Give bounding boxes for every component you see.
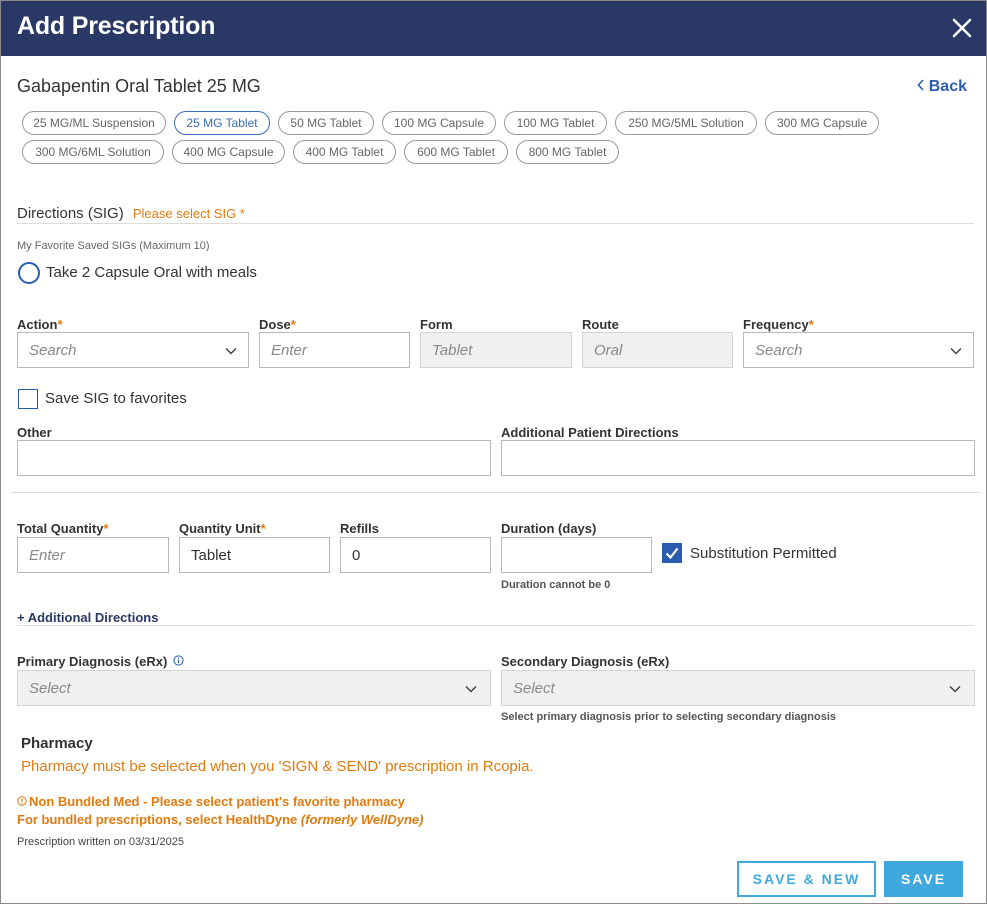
modal-title: Add Prescription [17,12,216,40]
strength-pill[interactable]: 250 MG/5ML Solution [615,111,757,135]
frequency-select[interactable]: Search [743,332,974,368]
primary-diagnosis-placeholder: Select [29,679,71,697]
prescription-written-date: Prescription written on 03/31/2025 [17,836,184,848]
form-value: Tablet [432,341,473,359]
strength-pill[interactable]: 600 MG Tablet [404,140,508,164]
strength-pill[interactable]: 100 MG Tablet [504,111,607,135]
total-quantity-placeholder: Enter [29,546,65,564]
total-quantity-label: Total Quantity* [17,521,109,536]
refills-input[interactable]: 0 [340,537,491,573]
dose-input[interactable]: Enter [259,332,410,368]
back-link[interactable]: Back [917,78,967,96]
favorite-sigs-label: My Favorite Saved SIGs (Maximum 10) [17,240,210,252]
route-value: Oral [594,341,623,359]
sig-section: Directions (SIG) Please select SIG * [17,205,245,222]
quantity-unit-label: Quantity Unit* [179,521,266,536]
substitution-checkbox[interactable] [662,543,682,563]
back-label: Back [928,78,967,95]
route-field: Oral [582,332,733,368]
frequency-label: Frequency* [743,317,814,332]
refills-value: 0 [352,546,361,564]
frequency-placeholder: Search [755,341,803,359]
duration-input[interactable] [501,537,652,573]
bundled-text: For bundled prescriptions, select Health… [17,812,301,827]
quantity-unit-input[interactable]: Tablet [179,537,330,573]
dose-placeholder: Enter [271,341,307,359]
favorite-sig-label: Take 2 Capsule Oral with meals [46,264,257,281]
chevron-down-icon [950,347,962,355]
other-input[interactable] [17,440,491,476]
secondary-diagnosis-label: Secondary Diagnosis (eRx) [501,654,670,669]
modal-header: Add Prescription [1,1,986,56]
strength-pill[interactable]: 25 MG/ML Suspension [22,111,166,135]
secondary-diagnosis-select[interactable]: Select [501,670,975,706]
favorite-sig-radio[interactable] [18,262,40,284]
pharmacy-warning: Pharmacy must be selected when you 'SIGN… [21,758,534,775]
total-quantity-input[interactable]: Enter [17,537,169,573]
bundled-italic-text: (formerly WellDyne) [300,812,424,827]
close-icon[interactable] [950,16,974,40]
form-field: Tablet [420,332,572,368]
drug-title: Gabapentin Oral Tablet 25 MG [17,76,261,96]
dose-label: Dose* [259,317,296,332]
pharmacy-title: Pharmacy [21,735,93,752]
chevron-down-icon [949,685,961,693]
duration-note: Duration cannot be 0 [501,579,611,591]
quantity-unit-value: Tablet [191,546,232,564]
strength-pill[interactable]: 100 MG Capsule [382,111,496,135]
strength-pill[interactable]: 800 MG Tablet [516,140,619,164]
action-placeholder: Search [29,341,77,359]
add-prescription-modal: Add Prescription Gabapentin Oral Tablet … [0,0,987,904]
bundled-notice: For bundled prescriptions, select Health… [17,812,423,827]
refills-label: Refills [340,521,380,536]
save-sig-label: Save SIG to favorites [45,390,187,407]
divider [17,223,974,224]
primary-diagnosis-select[interactable]: Select [17,670,491,706]
secondary-diagnosis-placeholder: Select [513,679,555,697]
substitution-label: Substitution Permitted [690,545,837,562]
save-button[interactable]: SAVE [884,861,963,897]
strength-pill[interactable]: 300 MG Capsule [765,111,879,135]
info-icon[interactable] [173,654,184,669]
other-label: Other [17,425,52,440]
strength-pill-selected[interactable]: 25 MG Tablet [174,111,270,135]
divider [17,625,974,626]
route-label: Route [582,317,619,332]
additional-patient-directions-label: Additional Patient Directions [501,425,679,440]
save-and-new-button[interactable]: SAVE & NEW [737,861,876,897]
action-label: Action* [17,317,63,332]
duration-label: Duration (days) [501,521,597,536]
non-bundled-text: Non Bundled Med - Please select patient'… [29,794,405,809]
chevron-down-icon [225,347,237,355]
non-bundled-notice: Non Bundled Med - Please select patient'… [17,794,405,809]
secondary-diagnosis-note: Select primary diagnosis prior to select… [501,711,836,723]
additional-directions-link[interactable]: + Additional Directions [17,610,158,625]
strength-pill[interactable]: 400 MG Tablet [293,140,396,164]
chevron-left-icon [917,78,925,96]
sig-warning: Please select SIG * [132,206,245,221]
additional-patient-directions-input[interactable] [501,440,975,476]
save-sig-checkbox[interactable] [18,389,38,409]
strength-pill[interactable]: 300 MG/6ML Solution [22,140,164,164]
strength-pill[interactable]: 50 MG Tablet [278,111,374,135]
action-select[interactable]: Search [17,332,249,368]
strength-pill[interactable]: 400 MG Capsule [172,140,285,164]
form-label: Form [420,317,453,332]
chevron-down-icon [465,685,477,693]
primary-diagnosis-label-group: Primary Diagnosis (eRx) [17,654,184,669]
primary-diagnosis-label: Primary Diagnosis (eRx) [17,654,168,669]
sig-label: Directions (SIG) [17,205,124,222]
alert-icon [17,794,27,809]
divider [12,492,979,493]
checkmark-icon [665,547,679,560]
